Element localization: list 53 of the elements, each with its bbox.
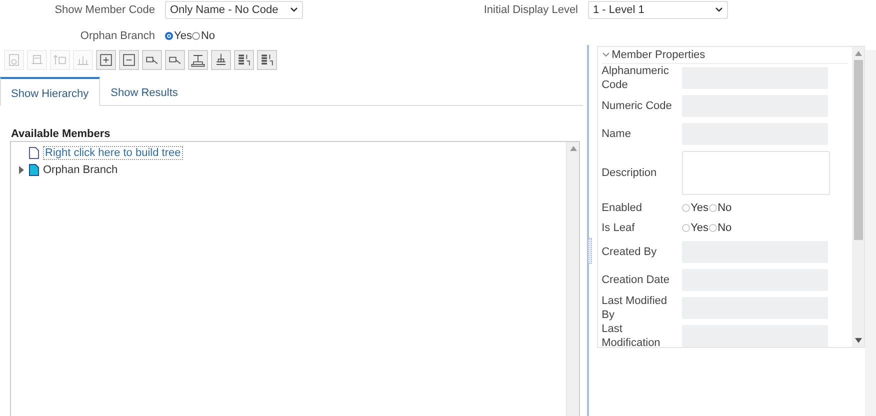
field-label: Last Modification <box>602 322 662 347</box>
scrollbar[interactable] <box>566 142 579 416</box>
build-tree-link[interactable]: Right click here to build tree <box>43 146 183 160</box>
radio-label: Yes <box>174 30 192 42</box>
field-label: Show Member Code <box>54 4 155 16</box>
scroll-up-icon[interactable] <box>570 146 576 151</box>
radio-label: No <box>200 30 216 42</box>
document-icon <box>29 164 39 176</box>
toolbar-button[interactable] <box>96 50 116 70</box>
tab[interactable]: Show Results <box>100 77 189 105</box>
chevron-icon[interactable] <box>602 52 610 58</box>
dropdown[interactable]: Only Name - No Code <box>165 1 303 19</box>
scrollbar[interactable] <box>852 47 864 347</box>
tab[interactable]: Show Hierarchy <box>0 77 100 106</box>
radio-label: Yes <box>690 222 709 234</box>
toolbar-button[interactable] <box>119 50 139 70</box>
tree-item[interactable]: Orphan Branch <box>43 164 118 176</box>
text-area[interactable] <box>682 151 830 195</box>
field-label: Description <box>602 166 658 180</box>
scroll-up-icon[interactable] <box>854 51 862 56</box>
field-label: Last Modified By <box>602 294 668 322</box>
toolbar-button[interactable] <box>165 50 185 70</box>
radio-label: Yes <box>690 202 709 214</box>
input-field[interactable] <box>682 325 828 347</box>
toolbar-button[interactable] <box>142 50 162 70</box>
toolbar-button[interactable] <box>234 50 254 70</box>
radio-label: No <box>718 202 732 214</box>
field-label: Enabled <box>602 201 643 215</box>
field-label: Creation Date <box>602 273 670 287</box>
caret-icon <box>715 7 723 13</box>
radio-button[interactable] <box>192 32 200 40</box>
toolbar-button[interactable] <box>257 50 277 70</box>
tree-title: Available Members <box>11 128 112 140</box>
field-label: Alphanumeric Code <box>602 64 670 92</box>
splitter-handle[interactable] <box>588 238 592 264</box>
caret-icon <box>290 7 298 13</box>
scroll-down-icon[interactable] <box>854 338 862 343</box>
field-label: Created By <box>602 245 658 259</box>
field-label: Initial Display Level <box>482 4 578 16</box>
dropdown[interactable]: 1 - Level 1 <box>588 1 728 19</box>
collapse-icon <box>120 51 138 69</box>
panel-title: Member Properties <box>612 49 706 61</box>
radio-button[interactable] <box>165 32 173 40</box>
scrollbar[interactable] <box>865 50 876 416</box>
document-icon <box>29 146 39 158</box>
scroll-thumb[interactable] <box>854 60 863 240</box>
radio-label: No <box>718 222 732 234</box>
expand-icon <box>97 51 115 69</box>
expand-arrow-icon[interactable] <box>17 166 25 174</box>
field-label: Orphan Branch <box>79 30 155 42</box>
field-label: Is Leaf <box>602 221 636 235</box>
field-label: Numeric Code <box>602 99 673 113</box>
field-label: Name <box>602 127 632 141</box>
